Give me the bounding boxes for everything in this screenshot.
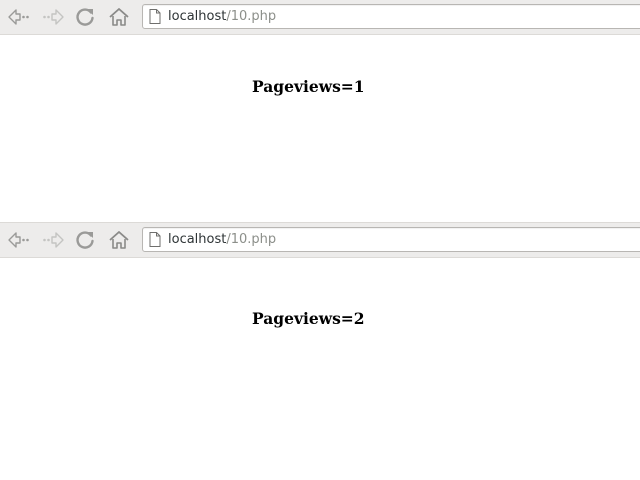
forward-button[interactable] [40,227,66,253]
url-text: localhost/10.php [168,9,276,24]
browser-toolbar: localhost/10.php [0,0,640,35]
forward-arrow-icon [43,232,64,248]
page-icon [149,232,161,247]
browser-toolbar: localhost/10.php [0,222,640,258]
pageviews-text: Pageviews=1 [252,77,365,96]
url-path: /10.php [226,232,277,247]
url-text: localhost/10.php [168,232,276,247]
home-button[interactable] [106,227,132,253]
forward-button[interactable] [40,4,66,30]
page-icon [149,9,161,24]
address-bar[interactable]: localhost/10.php [142,4,640,29]
reload-button[interactable] [72,4,98,30]
pageviews-text: Pageviews=2 [252,309,365,328]
url-host: localhost [168,9,227,24]
browser-window-2: localhost/10.php Pageviews=2 [0,220,640,480]
url-host: localhost [168,232,227,247]
reload-button[interactable] [72,227,98,253]
browser-window-1: localhost/10.php Pageviews=1 [0,0,640,220]
reload-icon [76,8,94,26]
home-icon [109,231,129,249]
back-button[interactable] [6,4,32,30]
address-bar[interactable]: localhost/10.php [142,227,640,252]
back-button[interactable] [6,227,32,253]
forward-arrow-icon [43,9,64,25]
home-button[interactable] [106,4,132,30]
back-arrow-icon [8,232,29,248]
url-path: /10.php [226,9,277,24]
back-arrow-icon [8,9,29,25]
home-icon [109,8,129,26]
reload-icon [76,231,94,249]
